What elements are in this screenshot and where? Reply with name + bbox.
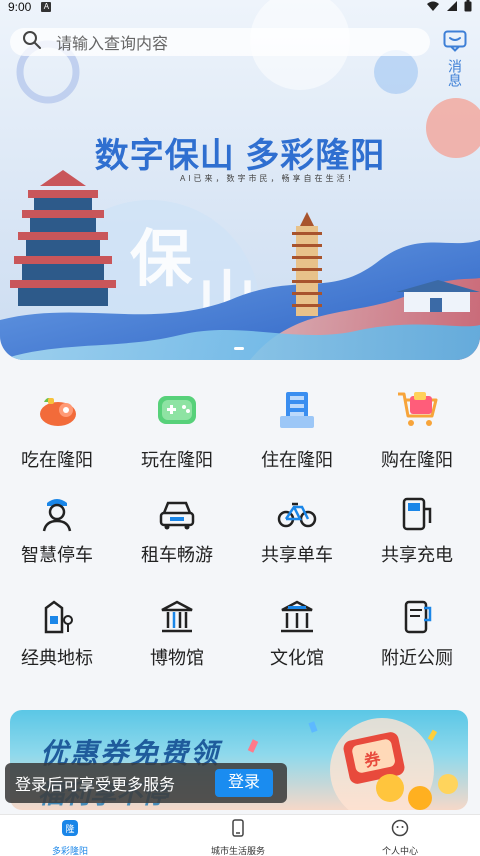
landmark-icon (34, 594, 80, 640)
app-screen: 保 山 请输入查询内容 消息 数字保山 多彩隆阳 AI已来，数字市民，畅享自在生… (0, 0, 480, 856)
tab-label: 个人中心 (381, 846, 418, 856)
grid-item-museum[interactable]: 博物馆 (122, 586, 232, 676)
grid-item-label: 共享单车 (261, 545, 333, 565)
grid-item-stay[interactable]: 住在隆阳 (242, 378, 352, 470)
grid-item-shared-charging[interactable]: 共享充电 (362, 483, 472, 573)
grid-item-smart-parking[interactable]: 智慧停车 (2, 483, 112, 573)
banner-title: 数字保山 多彩隆阳 (94, 137, 386, 175)
grid-item-label: 住在隆阳 (261, 450, 333, 470)
tab-label: 多彩隆阳 (51, 846, 88, 856)
grid-item-label: 吃在隆阳 (21, 450, 93, 470)
charging-station-icon (394, 491, 440, 537)
grid-item-label: 经典地标 (21, 648, 93, 668)
grid-item-label: 博物馆 (150, 648, 204, 668)
grid-item-label: 文化馆 (270, 648, 324, 668)
bicycle-icon (274, 491, 320, 537)
search-bar[interactable]: 请输入查询内容 (10, 28, 430, 56)
carousel-indicator (234, 347, 244, 350)
home-tab-icon: 隆 (61, 820, 79, 841)
tab-home[interactable]: 隆 多彩隆阳 (10, 819, 130, 856)
tab-label: 城市生活服务 (210, 846, 265, 856)
smiley-icon (391, 819, 409, 841)
banner-subtitle: AI已来，数字市民，畅享自在生活！ (180, 174, 359, 183)
museum-icon (154, 594, 200, 640)
status-time: 9:00 (8, 0, 32, 14)
grid-item-culture-hall[interactable]: 文化馆 (242, 586, 352, 676)
home-tab-icon-text: 隆 (65, 823, 74, 835)
culture-hall-icon (274, 594, 320, 640)
banner-art-text: 保 (130, 222, 193, 295)
grid-item-label: 购在隆阳 (381, 450, 453, 470)
parking-attendant-icon (34, 491, 80, 537)
grid-row: 智慧停车 租车畅游 共享单车 共享充电 (0, 483, 480, 583)
restroom-icon (394, 594, 440, 640)
grid-item-shop[interactable]: 购在隆阳 (362, 378, 472, 470)
food-icon (34, 386, 80, 432)
phone-icon (229, 819, 247, 841)
grid-item-label: 智慧停车 (21, 545, 93, 565)
login-prompt: 登录后可享受更多服务 登录 (5, 763, 287, 803)
game-icon (154, 386, 200, 432)
notification-icon: A (41, 2, 52, 12)
signal-icon (446, 0, 458, 15)
battery-icon (464, 0, 472, 15)
grid-item-label: 共享充电 (381, 545, 453, 565)
grid-item-landmark[interactable]: 经典地标 (2, 586, 112, 676)
hotel-icon (274, 386, 320, 432)
grid-row: 吃在隆阳 玩在隆阳 住在隆阳 购在隆阳 (0, 378, 480, 478)
grid-item-label: 玩在隆阳 (141, 450, 213, 470)
tab-city-services[interactable]: 城市生活服务 (178, 819, 298, 856)
status-bar: 9:00 A (0, 0, 480, 14)
grid-item-eat[interactable]: 吃在隆阳 (2, 378, 112, 470)
message-label: 消息 (447, 59, 463, 87)
grid-row: 经典地标 博物馆 文化馆 附近公厕 (0, 586, 480, 686)
message-button[interactable]: 消息 (442, 30, 468, 92)
grid-item-label: 附近公厕 (381, 648, 453, 668)
grid-item-car-rental[interactable]: 租车畅游 (122, 483, 232, 573)
hero-banner[interactable]: 保 山 请输入查询内容 消息 数字保山 多彩隆阳 AI已来，数字市民，畅享自在生… (0, 0, 480, 360)
car-icon (154, 491, 200, 537)
wifi-icon (426, 0, 440, 15)
search-icon[interactable] (22, 30, 42, 55)
cart-icon (394, 386, 440, 432)
grid-item-restroom[interactable]: 附近公厕 (362, 586, 472, 676)
login-prompt-text: 登录后可享受更多服务 (15, 777, 176, 794)
search-input[interactable]: 请输入查询内容 (56, 30, 168, 54)
bottom-tab-bar: 隆 多彩隆阳 城市生活服务 个人中心 (0, 814, 480, 856)
grid-item-shared-bike[interactable]: 共享单车 (242, 483, 352, 573)
message-icon[interactable] (443, 30, 467, 56)
tab-profile[interactable]: 个人中心 (340, 819, 460, 856)
grid-item-label: 租车畅游 (141, 545, 213, 565)
grid-item-play[interactable]: 玩在隆阳 (122, 378, 232, 470)
login-button[interactable]: 登录 (215, 769, 273, 797)
